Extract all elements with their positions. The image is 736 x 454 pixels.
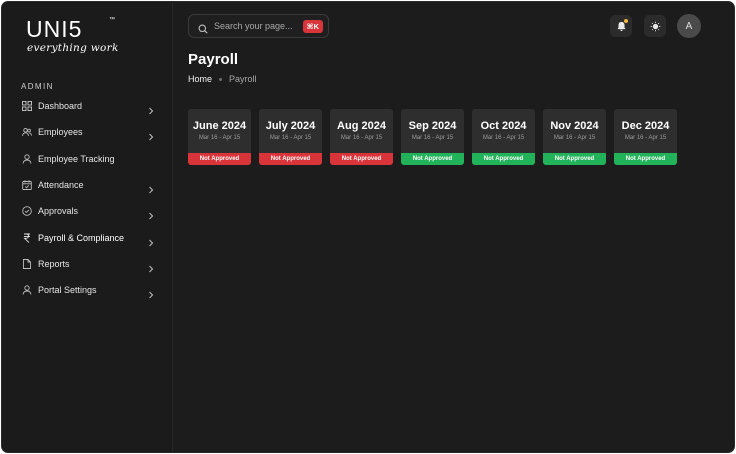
user-icon: [22, 154, 32, 164]
payroll-card-june-2024[interactable]: June 2024 Mar 16 - Apr 15 Not Approved: [188, 109, 251, 165]
breadcrumb: Home Payroll: [188, 74, 257, 84]
sidebar-item-label: Portal Settings: [38, 285, 97, 296]
breadcrumb-separator: [219, 77, 223, 81]
card-month: June 2024: [192, 120, 247, 132]
users-icon: [22, 127, 32, 137]
app-window: UNI5 ™ everything work ADMIN Dashboard E…: [1, 1, 735, 453]
page-title: Payroll: [188, 51, 239, 68]
payroll-card-nov-2024[interactable]: Nov 2024 Mar 16 - Apr 15 Not Approved: [543, 109, 606, 165]
card-date-range: Mar 16 - Apr 15: [340, 135, 383, 141]
trademark-symbol: ™: [109, 17, 115, 23]
chevron-right-icon: [147, 286, 155, 299]
payroll-card-sep-2024[interactable]: Sep 2024 Mar 16 - Apr 15 Not Approved: [401, 109, 464, 165]
sidebar-item-label: Payroll & Compliance: [38, 232, 125, 243]
payroll-card-july-2024[interactable]: July 2024 Mar 16 - Apr 15 Not Approved: [259, 109, 322, 165]
calendar-check-icon: [22, 180, 32, 190]
card-date-range: Mar 16 - Apr 15: [411, 135, 454, 141]
logo-tagline: everything work: [27, 42, 119, 54]
sidebar-item-payroll-compliance[interactable]: Payroll & Compliance: [2, 224, 172, 250]
sidebar-section-label: ADMIN: [21, 82, 54, 91]
payroll-period-cards: June 2024 Mar 16 - Apr 15 Not Approved J…: [188, 109, 688, 169]
avatar-initial: A: [685, 20, 693, 32]
payroll-card-dec-2024[interactable]: Dec 2024 Mar 16 - Apr 15 Not Approved: [614, 109, 677, 165]
brand-logo[interactable]: UNI5 ™ everything work: [26, 16, 126, 60]
avatar[interactable]: A: [677, 14, 701, 38]
sidebar-item-employees[interactable]: Employees: [2, 119, 172, 145]
chevron-right-icon: [147, 128, 155, 141]
card-date-range: Mar 16 - Apr 15: [553, 135, 596, 141]
breadcrumb-home-link[interactable]: Home: [188, 74, 212, 84]
sidebar-item-attendance[interactable]: Attendance: [2, 172, 172, 198]
sidebar-item-label: Reports: [38, 258, 70, 269]
search-icon: [198, 21, 208, 34]
card-date-range: Mar 16 - Apr 15: [624, 135, 667, 141]
card-month: July 2024: [265, 120, 316, 132]
status-badge: Not Approved: [614, 153, 677, 165]
card-month: Sep 2024: [408, 120, 457, 132]
sidebar-item-portal-settings[interactable]: Portal Settings: [2, 277, 172, 303]
status-badge: Not Approved: [543, 153, 606, 165]
sidebar-item-dashboard[interactable]: Dashboard: [2, 93, 172, 119]
status-badge: Not Approved: [472, 153, 535, 165]
sidebar-item-label: Approvals: [38, 206, 79, 217]
check-circle-icon: [22, 206, 32, 217]
sidebar-item-label: Dashboard: [38, 101, 83, 112]
payroll-card-aug-2024[interactable]: Aug 2024 Mar 16 - Apr 15 Not Approved: [330, 109, 393, 165]
card-month: Oct 2024: [480, 120, 527, 132]
rupee-icon: [22, 233, 32, 243]
status-badge: Not Approved: [401, 153, 464, 165]
logo-wordmark-text: UNI5: [26, 16, 83, 42]
dashboard-grid-icon: [22, 101, 32, 112]
sidebar-nav: Dashboard Employees Employee Tracking At…: [2, 93, 172, 303]
chevron-right-icon: [147, 207, 155, 220]
status-badge: Not Approved: [330, 153, 393, 165]
theme-toggle-button[interactable]: [644, 15, 666, 37]
payroll-card-oct-2024[interactable]: Oct 2024 Mar 16 - Apr 15 Not Approved: [472, 109, 535, 165]
chevron-right-icon: [147, 260, 155, 273]
document-icon: [22, 258, 32, 269]
sidebar-item-approvals[interactable]: Approvals: [2, 198, 172, 224]
sidebar: UNI5 ™ everything work ADMIN Dashboard E…: [2, 2, 173, 452]
card-date-range: Mar 16 - Apr 15: [482, 135, 525, 141]
chevron-right-icon: [147, 181, 155, 194]
breadcrumb-current: Payroll: [229, 74, 257, 84]
status-badge: Not Approved: [188, 153, 251, 165]
card-date-range: Mar 16 - Apr 15: [198, 135, 241, 141]
logo-wordmark: UNI5: [26, 16, 82, 42]
sidebar-item-reports[interactable]: Reports: [2, 251, 172, 277]
card-month: Aug 2024: [337, 120, 386, 132]
card-month: Nov 2024: [550, 120, 599, 132]
sidebar-item-label: Employees: [38, 127, 83, 138]
card-date-range: Mar 16 - Apr 15: [269, 135, 312, 141]
card-month: Dec 2024: [621, 120, 670, 132]
notifications-button[interactable]: [610, 15, 632, 37]
sidebar-item-employee-tracking[interactable]: Employee Tracking: [2, 146, 172, 172]
notification-dot: [624, 19, 628, 23]
search-shortcut-badge: ⌘K: [302, 20, 323, 33]
search-placeholder: Search your page...: [214, 21, 293, 31]
sidebar-item-label: Employee Tracking: [38, 153, 115, 164]
user-gear-icon: [22, 285, 32, 295]
status-badge: Not Approved: [259, 153, 322, 165]
search-input[interactable]: Search your page... ⌘K: [188, 14, 329, 38]
sun-icon: [650, 21, 661, 32]
sidebar-item-label: Attendance: [38, 180, 84, 191]
chevron-right-icon: [147, 102, 155, 115]
chevron-right-icon: [147, 234, 155, 247]
